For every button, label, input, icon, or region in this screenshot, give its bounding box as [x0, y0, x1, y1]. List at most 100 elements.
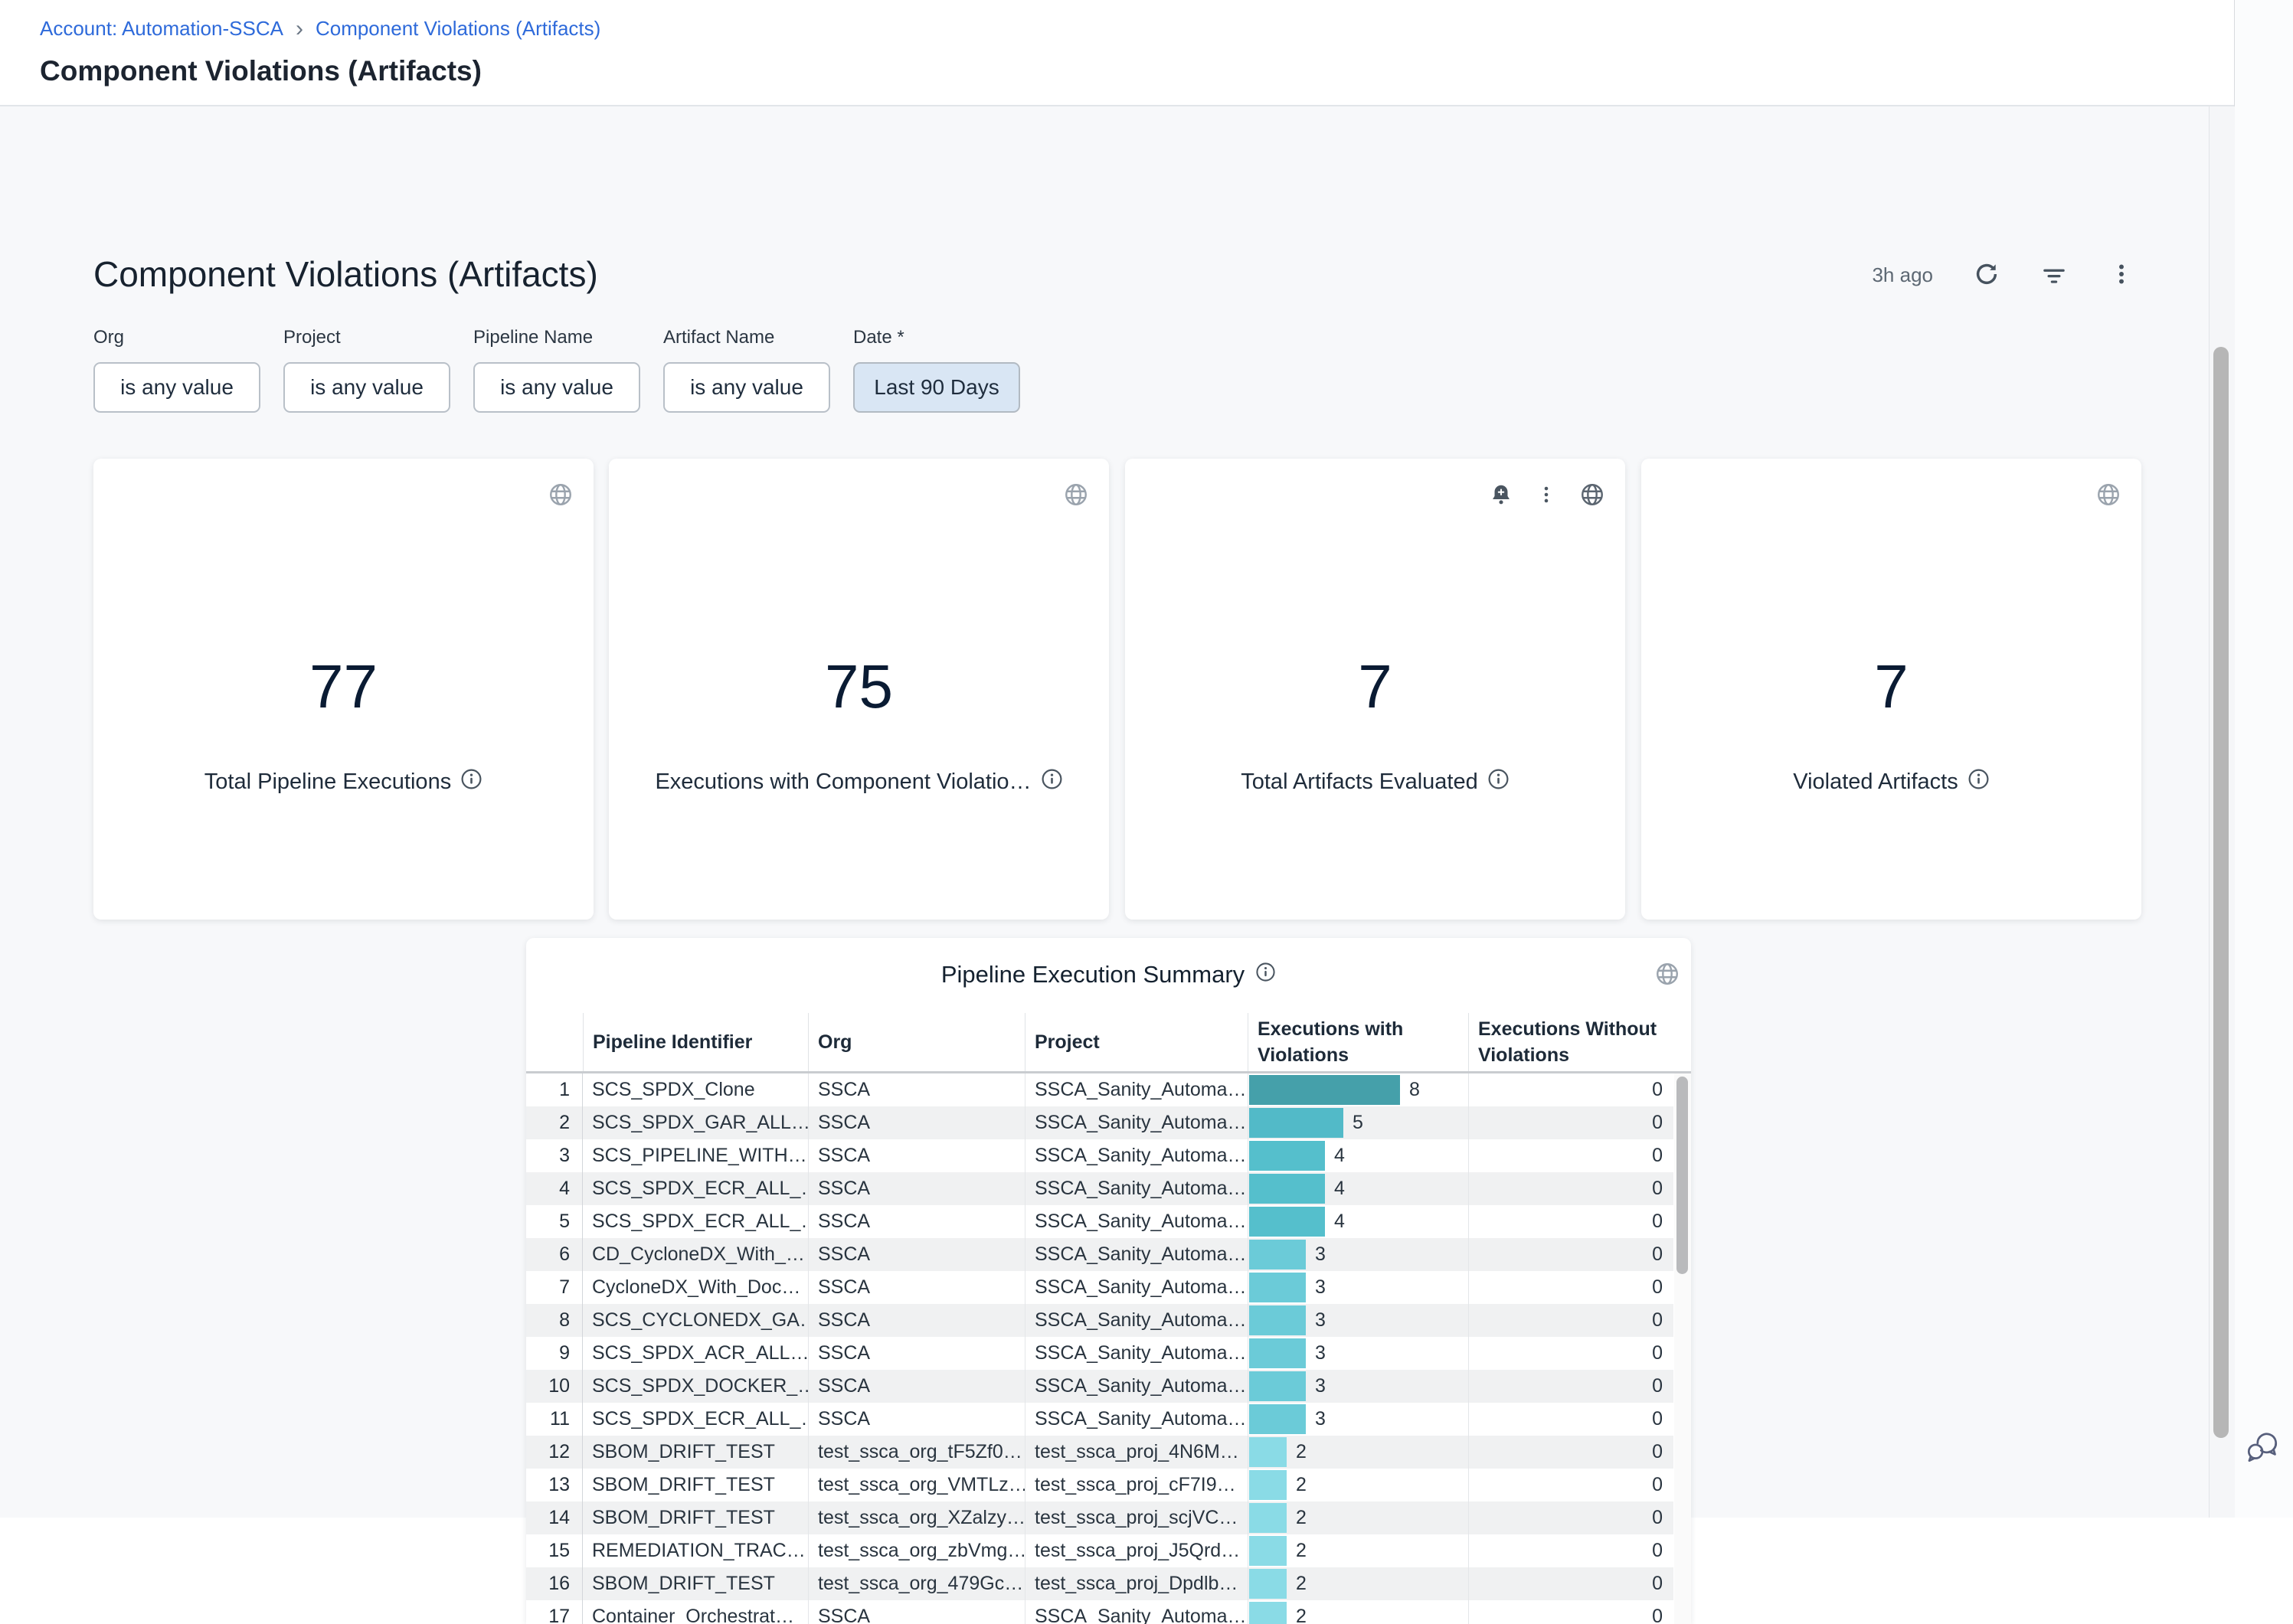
table-row[interactable]: 15REMEDIATION_TRAC…test_ssca_org_zbVmg…t… — [526, 1534, 1673, 1567]
stat-value: 7 — [1125, 652, 1625, 722]
column-header-pipeline-identifier[interactable]: Pipeline Identifier — [583, 1013, 808, 1071]
filter-artifact-name-value-button[interactable]: is any value — [663, 362, 830, 413]
filter-project: Project is any value — [283, 327, 450, 413]
table-scrollbar-thumb[interactable] — [1676, 1077, 1688, 1274]
cell-project: SSCA_Sanity_Automa… — [1025, 1370, 1248, 1403]
row-index: 2 — [526, 1106, 583, 1139]
row-index: 13 — [526, 1469, 583, 1501]
stat-value: 77 — [93, 652, 594, 722]
row-index: 6 — [526, 1238, 583, 1271]
column-header-label: Executions Without — [1478, 1016, 1673, 1042]
explore-from-here-button[interactable] — [1579, 482, 1605, 510]
explore-from-here-button[interactable] — [2095, 482, 2121, 510]
filter-org-value-button[interactable]: is any value — [93, 362, 260, 413]
cell-executions-without-violations: 0 — [1468, 1436, 1673, 1469]
column-header-index — [526, 1013, 583, 1071]
info-icon[interactable] — [1041, 768, 1063, 796]
cell-pipeline-identifier: SBOM_DRIFT_TEST — [583, 1469, 808, 1501]
filter-bar: Org is any value Project is any value Pi… — [93, 327, 1020, 413]
column-header-label: Pipeline Identifier — [593, 1029, 808, 1055]
table-row[interactable]: 2SCS_SPDX_GAR_ALL…SSCASSCA_Sanity_Automa… — [526, 1106, 1673, 1139]
panel-title: Pipeline Execution Summary — [941, 961, 1245, 988]
cell-project: SSCA_Sanity_Automa… — [1025, 1238, 1248, 1271]
filters-button[interactable] — [2040, 260, 2068, 290]
page-scrollbar[interactable] — [2209, 106, 2235, 1518]
table-row[interactable]: 4SCS_SPDX_ECR_ALL_…SSCASSCA_Sanity_Autom… — [526, 1172, 1673, 1205]
table-row[interactable]: 12SBOM_DRIFT_TESTtest_ssca_org_tF5Zf0…te… — [526, 1436, 1673, 1469]
row-index: 8 — [526, 1304, 583, 1337]
table-row[interactable]: 14SBOM_DRIFT_TESTtest_ssca_org_XZalzy…te… — [526, 1501, 1673, 1534]
info-icon[interactable] — [1968, 768, 1990, 796]
table-row[interactable]: 1SCS_SPDX_CloneSSCASSCA_Sanity_Automa…80 — [526, 1073, 1673, 1106]
table-row[interactable]: 10SCS_SPDX_DOCKER_…SSCASSCA_Sanity_Autom… — [526, 1370, 1673, 1403]
violations-bar-value: 3 — [1315, 1375, 1326, 1397]
cell-executions-without-violations: 0 — [1468, 1271, 1673, 1304]
violations-bar — [1249, 1305, 1306, 1335]
table-row[interactable]: 3SCS_PIPELINE_WITH…SSCASSCA_Sanity_Autom… — [526, 1139, 1673, 1172]
table-row[interactable]: 5SCS_SPDX_ECR_ALL_…SSCASSCA_Sanity_Autom… — [526, 1205, 1673, 1238]
row-index: 15 — [526, 1534, 583, 1567]
row-index: 10 — [526, 1370, 583, 1403]
tile-more-button[interactable] — [1535, 483, 1558, 508]
cell-pipeline-identifier: CD_CycloneDX_With_… — [583, 1238, 808, 1271]
column-header-org[interactable]: Org — [808, 1013, 1025, 1071]
cell-project: SSCA_Sanity_Automa… — [1025, 1403, 1248, 1436]
page-scrollbar-thumb[interactable] — [2213, 347, 2229, 1438]
table-header-row: Pipeline Identifier Org Project Executio… — [526, 1013, 1673, 1071]
column-header-label: Violations — [1478, 1042, 1673, 1068]
breadcrumb-account-link[interactable]: Account: Automation-SSCA — [40, 17, 283, 41]
cell-executions-with-violations: 3 — [1248, 1403, 1468, 1436]
stat-label: Total Artifacts Evaluated — [1241, 770, 1478, 795]
violations-bar — [1249, 1075, 1400, 1105]
cell-project: test_ssca_proj_4N6M… — [1025, 1436, 1248, 1469]
explore-from-here-button[interactable] — [1654, 961, 1680, 989]
refresh-button[interactable] — [1973, 260, 2000, 290]
table-row[interactable]: 6CD_CycloneDX_With_…SSCASSCA_Sanity_Auto… — [526, 1238, 1673, 1271]
explore-from-here-button[interactable] — [1063, 482, 1089, 510]
info-icon[interactable] — [1255, 961, 1276, 988]
breadcrumb-page-link[interactable]: Component Violations (Artifacts) — [316, 17, 600, 41]
table-row[interactable]: 7CycloneDX_With_Doc…SSCASSCA_Sanity_Auto… — [526, 1271, 1673, 1304]
table-row[interactable]: 16SBOM_DRIFT_TESTtest_ssca_org_479Gc…tes… — [526, 1567, 1673, 1600]
cell-pipeline-identifier: SCS_CYCLONEDX_GA… — [583, 1304, 808, 1337]
dashboard-more-button[interactable] — [2108, 260, 2135, 290]
cell-executions-with-violations: 2 — [1248, 1501, 1468, 1534]
cell-executions-without-violations: 0 — [1468, 1172, 1673, 1205]
info-icon[interactable] — [1487, 768, 1510, 796]
cell-org: test_ssca_org_479Gc… — [808, 1567, 1025, 1600]
column-header-executions-with-violations[interactable]: Executions withViolations — [1248, 1013, 1468, 1071]
explore-from-here-button[interactable] — [548, 482, 574, 510]
stat-value: 7 — [1641, 652, 2141, 722]
filter-date-value-button[interactable]: Last 90 Days — [853, 362, 1020, 413]
table-row[interactable]: 8SCS_CYCLONEDX_GA…SSCASSCA_Sanity_Automa… — [526, 1304, 1673, 1337]
cell-executions-with-violations: 4 — [1248, 1172, 1468, 1205]
stat-label: Total Pipeline Executions — [204, 770, 451, 795]
table-row[interactable]: 17Container_Orchestrat…SSCASSCA_Sanity_A… — [526, 1600, 1673, 1624]
row-index: 9 — [526, 1337, 583, 1370]
cell-project: test_ssca_proj_Dpdlb… — [1025, 1567, 1248, 1600]
column-header-project[interactable]: Project — [1025, 1013, 1248, 1071]
cell-executions-with-violations: 2 — [1248, 1534, 1468, 1567]
cell-executions-without-violations: 0 — [1468, 1238, 1673, 1271]
cell-org: SSCA — [808, 1271, 1025, 1304]
table-scrollbar[interactable] — [1674, 1073, 1691, 1624]
top-header: Account: Automation-SSCA › Component Vio… — [0, 0, 2293, 105]
row-index: 3 — [526, 1139, 583, 1172]
info-icon[interactable] — [460, 768, 482, 796]
table-row[interactable]: 9SCS_SPDX_ACR_ALL…SSCASSCA_Sanity_Automa… — [526, 1337, 1673, 1370]
help-chat-button[interactable] — [2242, 1427, 2282, 1467]
table-row[interactable]: 11SCS_SPDX_ECR_ALL_…SSCASSCA_Sanity_Auto… — [526, 1403, 1673, 1436]
violations-bar — [1249, 1338, 1306, 1368]
violations-bar-value: 4 — [1334, 1145, 1345, 1167]
violations-bar — [1249, 1503, 1287, 1533]
cell-project: SSCA_Sanity_Automa… — [1025, 1172, 1248, 1205]
filter-pipeline-name-value-button[interactable]: is any value — [473, 362, 640, 413]
cell-org: test_ssca_org_zbVmg… — [808, 1534, 1025, 1567]
column-header-executions-without-violations[interactable]: Executions WithoutViolations — [1468, 1013, 1673, 1071]
chat-bubbles-icon — [2243, 1456, 2282, 1468]
table-row[interactable]: 13SBOM_DRIFT_TESTtest_ssca_org_VMTLz…tes… — [526, 1469, 1673, 1501]
filter-project-value-button[interactable]: is any value — [283, 362, 450, 413]
last-refreshed-text: 3h ago — [1872, 263, 1933, 287]
cell-executions-with-violations: 3 — [1248, 1271, 1468, 1304]
alerts-button[interactable] — [1489, 482, 1513, 509]
